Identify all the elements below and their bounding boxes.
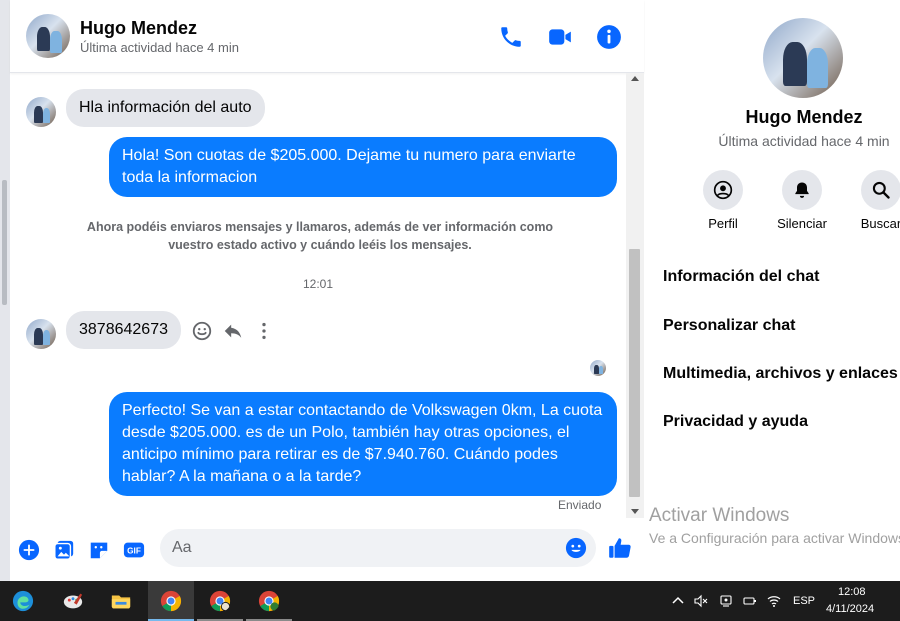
scroll-thumb[interactable] xyxy=(629,249,640,497)
taskbar-chrome-2[interactable] xyxy=(197,581,243,621)
menu-privacy-help[interactable]: Privacidad y ayuda xyxy=(663,413,808,431)
screen: Hugo Mendez Última actividad hace 4 min … xyxy=(0,0,900,621)
message-avatar[interactable] xyxy=(26,319,56,349)
taskbar-chrome-1[interactable] xyxy=(148,581,194,621)
incoming-message[interactable]: 3878642673 xyxy=(66,311,181,349)
chrome-icon xyxy=(160,590,182,612)
volume-muted-icon[interactable] xyxy=(694,594,708,608)
message-timestamp: 12:01 xyxy=(302,277,334,291)
clock-time[interactable]: 12:08 xyxy=(838,586,866,598)
action-search[interactable]: Buscar xyxy=(841,170,900,231)
scroll-down-arrow-icon[interactable] xyxy=(631,509,639,514)
message-avatar[interactable] xyxy=(26,97,56,127)
emoji-icon[interactable] xyxy=(565,537,587,559)
phone-icon[interactable] xyxy=(498,24,524,50)
profile-name: Hugo Mendez xyxy=(745,107,863,127)
action-label: Buscar xyxy=(860,216,900,231)
action-mute[interactable]: Silenciar xyxy=(762,170,842,231)
incoming-message[interactable]: Hla información del auto xyxy=(66,89,265,127)
paint-icon xyxy=(63,593,83,609)
activate-windows-title: Activar Windows xyxy=(649,505,790,526)
menu-chat-info[interactable]: Información del chat xyxy=(663,268,819,286)
profile-status: Última actividad hace 4 min xyxy=(718,133,890,149)
taskbar-paint[interactable] xyxy=(50,581,96,621)
message-input[interactable] xyxy=(160,529,596,567)
taskbar-chrome-3[interactable] xyxy=(246,581,292,621)
sent-status: Enviado xyxy=(558,498,602,512)
reply-icon[interactable] xyxy=(222,320,244,342)
contact-name[interactable]: Hugo Mendez xyxy=(80,18,197,39)
photo-icon[interactable] xyxy=(53,539,75,561)
contact-avatar[interactable] xyxy=(26,14,70,58)
react-emoji-icon[interactable] xyxy=(191,320,213,342)
more-options-icon[interactable] xyxy=(253,320,275,342)
seen-avatar xyxy=(590,360,606,376)
outgoing-message[interactable]: Perfecto! Se van a estar contactando de … xyxy=(109,392,617,496)
activate-windows-subtitle: Ve a Configuración para activar Windows. xyxy=(649,530,900,546)
outgoing-message[interactable]: Hola! Son cuotas de $205.000. Dejame tu … xyxy=(109,137,617,197)
battery-icon[interactable] xyxy=(743,594,757,608)
video-call-icon[interactable] xyxy=(547,24,573,50)
chrome-icon xyxy=(258,590,280,612)
profile-icon xyxy=(713,180,733,200)
action-label: Silenciar xyxy=(777,216,827,231)
menu-media-files-links[interactable]: Multimedia, archivos y enlaces xyxy=(663,365,898,383)
sticker-icon[interactable] xyxy=(88,539,110,561)
taskbar-file-explorer[interactable] xyxy=(98,581,144,621)
menu-customize-chat[interactable]: Personalizar chat xyxy=(663,317,796,335)
chat-panel: Hugo Mendez Última actividad hace 4 min … xyxy=(10,0,644,581)
language-indicator[interactable]: ESP xyxy=(793,595,815,607)
gif-icon[interactable]: GIF xyxy=(123,539,145,561)
svg-text:GIF: GIF xyxy=(127,547,141,556)
profile-avatar[interactable] xyxy=(763,18,843,98)
action-profile[interactable]: Perfil xyxy=(683,170,763,231)
search-icon xyxy=(872,181,890,199)
bell-icon xyxy=(795,182,809,198)
like-icon[interactable] xyxy=(607,535,633,561)
message-scrollbar[interactable] xyxy=(626,73,644,518)
left-strip-scrollbar[interactable] xyxy=(2,180,7,305)
wifi-icon[interactable] xyxy=(767,594,781,608)
message-composer: GIF xyxy=(10,518,644,581)
chat-info-panel: Hugo Mendez Última actividad hace 4 min … xyxy=(645,0,900,581)
scroll-up-arrow-icon[interactable] xyxy=(631,76,639,81)
action-label: Perfil xyxy=(708,216,738,231)
folder-icon xyxy=(111,595,131,609)
chat-header: Hugo Mendez Última actividad hace 4 min xyxy=(10,0,644,73)
info-icon[interactable] xyxy=(596,24,622,50)
chrome-icon xyxy=(209,590,231,612)
plus-icon[interactable] xyxy=(18,539,40,561)
message-list: Hla información del auto Hola! Son cuota… xyxy=(10,73,626,518)
contact-status: Última actividad hace 4 min xyxy=(80,40,239,55)
chevron-up-icon[interactable] xyxy=(671,594,685,608)
taskbar-edge[interactable] xyxy=(0,581,46,621)
meet-now-icon[interactable] xyxy=(719,594,733,608)
left-strip xyxy=(0,0,10,581)
clock-date[interactable]: 4/11/2024 xyxy=(826,603,874,615)
taskbar: ESP 12:08 4/11/2024 xyxy=(0,581,900,621)
edge-icon xyxy=(12,590,34,612)
notice-text: Ahora podéis enviaros mensajes y llamaro… xyxy=(86,220,554,252)
